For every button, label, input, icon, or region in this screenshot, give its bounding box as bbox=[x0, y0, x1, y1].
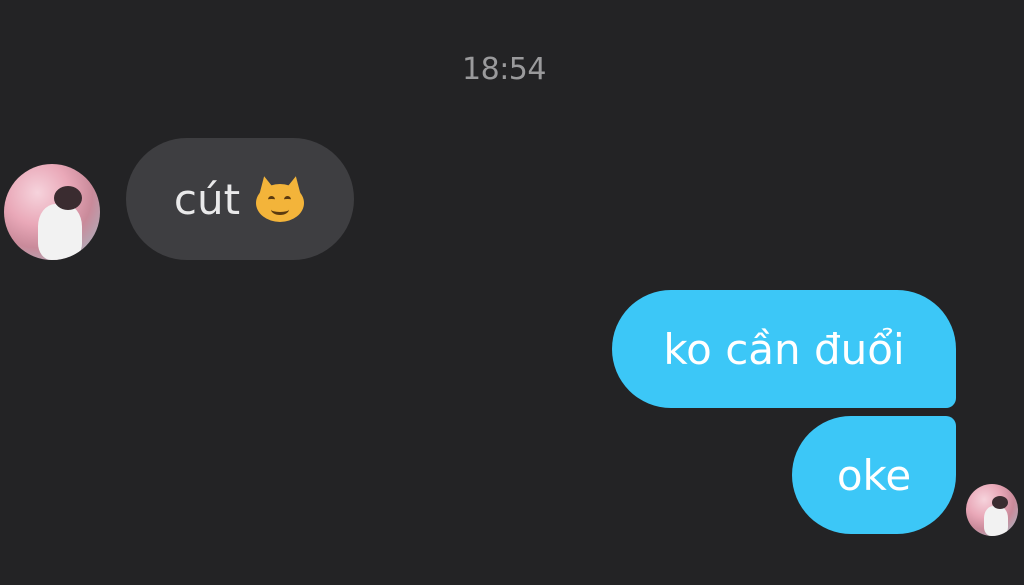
seen-avatar bbox=[966, 484, 1018, 536]
smirking-cat-icon bbox=[254, 174, 306, 222]
outgoing-message-bubble[interactable]: oke bbox=[792, 416, 956, 534]
message-text: oke bbox=[836, 450, 912, 500]
avatar-hair bbox=[54, 186, 82, 210]
message-text: ko cần đuổi bbox=[663, 324, 905, 374]
avatar-hair bbox=[992, 496, 1008, 509]
avatar-figure bbox=[984, 506, 1008, 536]
contact-avatar[interactable] bbox=[4, 164, 100, 260]
incoming-message-bubble[interactable]: cút bbox=[126, 138, 354, 260]
outgoing-message-bubble[interactable]: ko cần đuổi bbox=[612, 290, 956, 408]
chat-timestamp: 18:54 bbox=[462, 52, 546, 87]
message-text: cút bbox=[173, 174, 241, 224]
avatar-figure bbox=[38, 204, 82, 260]
